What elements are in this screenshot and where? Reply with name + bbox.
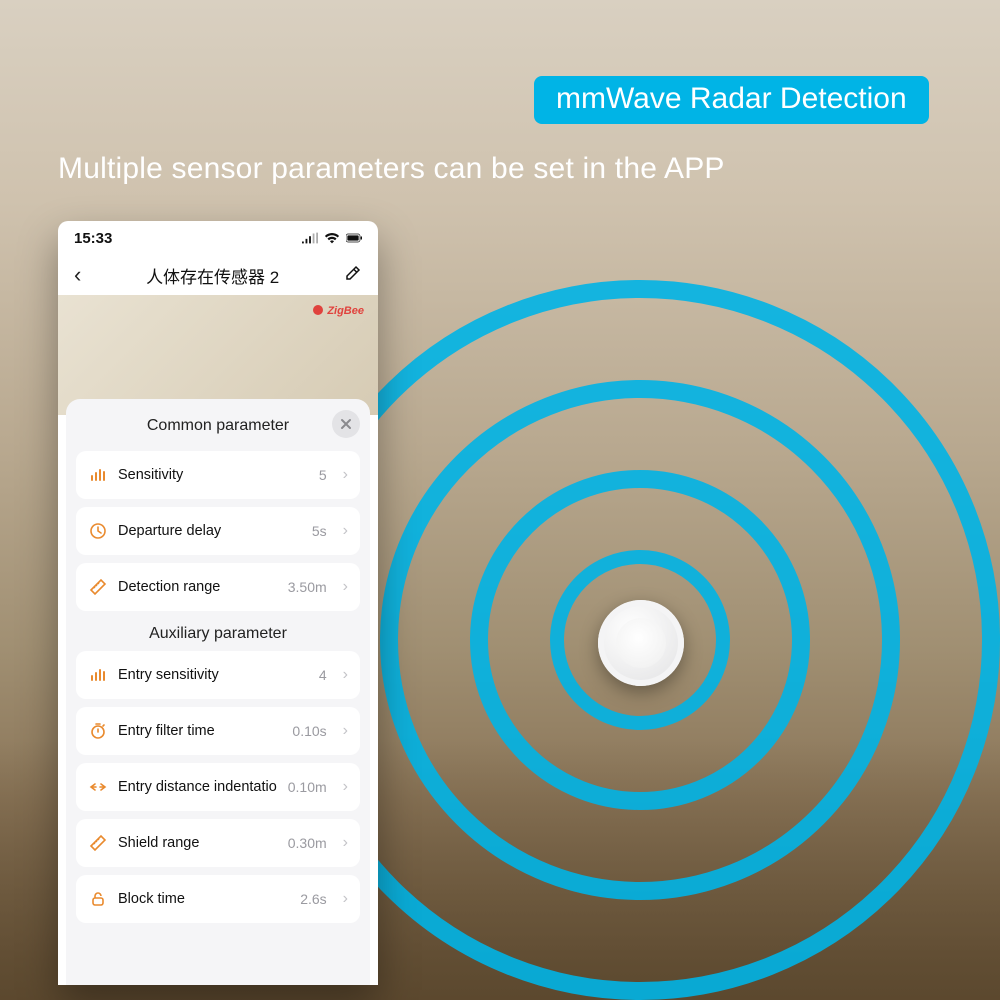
status-time: 15:33 bbox=[74, 230, 112, 247]
row-label: Detection range bbox=[118, 579, 278, 595]
feature-badge: mmWave Radar Detection bbox=[534, 76, 929, 124]
ruler-icon bbox=[88, 834, 108, 852]
close-icon bbox=[340, 418, 352, 430]
headline-text: Multiple sensor parameters can be set in… bbox=[58, 152, 725, 186]
row-label: Shield range bbox=[118, 835, 278, 851]
page-title: 人体存在传感器 2 bbox=[146, 263, 279, 288]
row-shield-range[interactable]: Shield range 0.30m › bbox=[76, 819, 360, 867]
clock-icon bbox=[88, 522, 108, 540]
bars-icon bbox=[88, 466, 108, 484]
wifi-icon bbox=[324, 232, 340, 244]
lock-icon bbox=[88, 890, 108, 908]
row-value: 0.10s bbox=[292, 723, 326, 739]
row-label: Entry distance indentatio bbox=[118, 779, 278, 795]
row-label: Departure delay bbox=[118, 523, 302, 539]
back-button[interactable]: ‹ bbox=[74, 262, 81, 288]
edit-button[interactable] bbox=[344, 264, 362, 287]
settings-panel: Common parameter Sensitivity 5 › Departu… bbox=[66, 399, 370, 985]
row-block-time[interactable]: Block time 2.6s › bbox=[76, 875, 360, 923]
row-entry-sensitivity[interactable]: Entry sensitivity 4 › bbox=[76, 651, 360, 699]
row-value: 4 bbox=[319, 667, 327, 683]
row-label: Sensitivity bbox=[118, 467, 309, 483]
section-title-common: Common parameter bbox=[147, 417, 289, 435]
chevron-right-icon: › bbox=[343, 666, 348, 684]
signal-icon bbox=[302, 232, 318, 244]
row-value: 5 bbox=[319, 467, 327, 483]
radar-illustration bbox=[380, 260, 1000, 900]
row-value: 2.6s bbox=[300, 891, 326, 907]
row-label: Entry filter time bbox=[118, 723, 282, 739]
row-entry-filter-time[interactable]: Entry filter time 0.10s › bbox=[76, 707, 360, 755]
timer-icon bbox=[88, 722, 108, 740]
chevron-right-icon: › bbox=[343, 578, 348, 596]
battery-icon bbox=[346, 232, 362, 244]
chevron-right-icon: › bbox=[343, 778, 348, 796]
chevron-right-icon: › bbox=[343, 522, 348, 540]
section-title-auxiliary: Auxiliary parameter bbox=[74, 625, 362, 643]
row-detection-range[interactable]: Detection range 3.50m › bbox=[76, 563, 360, 611]
chevron-right-icon: › bbox=[343, 466, 348, 484]
row-sensitivity[interactable]: Sensitivity 5 › bbox=[76, 451, 360, 499]
chevron-right-icon: › bbox=[343, 890, 348, 908]
status-bar: 15:33 bbox=[58, 221, 378, 255]
row-value: 0.30m bbox=[288, 835, 327, 851]
sensor-device bbox=[598, 600, 684, 686]
row-label: Entry sensitivity bbox=[118, 667, 309, 683]
bars-icon bbox=[88, 666, 108, 684]
row-label: Block time bbox=[118, 891, 290, 907]
arrows-collapse-icon bbox=[88, 778, 108, 796]
chevron-right-icon: › bbox=[343, 834, 348, 852]
protocol-badge: ZigBee bbox=[313, 305, 364, 317]
chevron-right-icon: › bbox=[343, 722, 348, 740]
row-value: 3.50m bbox=[288, 579, 327, 595]
row-value: 5s bbox=[312, 523, 327, 539]
row-value: 0.10m bbox=[288, 779, 327, 795]
ruler-icon bbox=[88, 578, 108, 596]
status-icons bbox=[302, 232, 362, 244]
phone-mockup: 15:33 ‹ 人体存在传感器 2 ZigBee Common paramete… bbox=[58, 221, 378, 985]
close-button[interactable] bbox=[332, 410, 360, 438]
row-entry-distance[interactable]: Entry distance indentatio 0.10m › bbox=[76, 763, 360, 811]
row-departure-delay[interactable]: Departure delay 5s › bbox=[76, 507, 360, 555]
device-hero: ZigBee bbox=[58, 295, 378, 415]
app-navbar: ‹ 人体存在传感器 2 bbox=[58, 255, 378, 295]
